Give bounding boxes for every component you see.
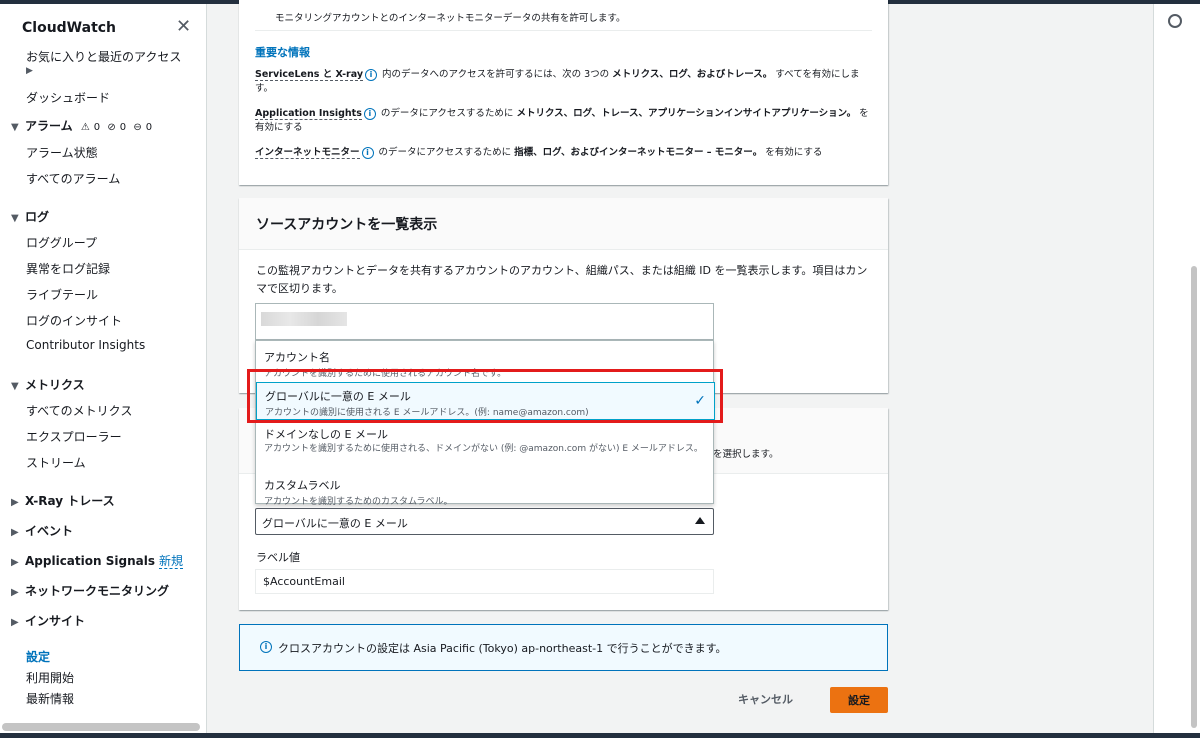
sidebar-item-all-alarms[interactable]: すべてのアラーム: [26, 170, 120, 187]
caret-right-icon: ▶: [11, 497, 19, 508]
dropdown-option-email-no-domain[interactable]: ドメインなしの E メール アカウントを識別するために使用される、ドメインがない…: [256, 426, 715, 455]
caret-right-icon[interactable]: ▶: [26, 66, 33, 76]
sidebar-section-insights[interactable]: ▶ インサイト: [11, 612, 85, 629]
region-info-text: クロスアカウントの設定は Asia Pacific (Tokyo) ap-nor…: [278, 642, 727, 655]
info-line-application-insights: Application Insights i のデータにアクセスするために メトリ…: [255, 107, 869, 133]
sidebar-title: CloudWatch: [22, 20, 117, 36]
info-line-internet-monitor: インターネットモニター i のデータにアクセスするために 指標、ログ、およびインタ…: [255, 146, 823, 159]
caret-right-icon: ▶: [11, 617, 19, 628]
sidebar-item-getting-started[interactable]: 利用開始: [26, 669, 74, 686]
label-value-label: ラベル値: [256, 551, 300, 564]
source-accounts-title: ソースアカウントを一覧表示: [256, 217, 438, 233]
sidebar-section-alarms[interactable]: ▼ アラーム ⚠ 0 ⊘ 0 ⊖ 0: [11, 117, 156, 134]
sidebar-item-all-metrics[interactable]: すべてのメトリクス: [26, 402, 132, 419]
important-info-card: モニタリングアカウントとのインターネットモニターデータの共有を許可します。 重要…: [239, 0, 888, 185]
sidebar-section-network[interactable]: ▶ ネットワークモニタリング: [11, 582, 169, 599]
page-scrollbar[interactable]: [1191, 266, 1197, 728]
account-label-hint: を選択します。: [713, 449, 779, 460]
info-icon[interactable]: i: [365, 68, 378, 81]
sidebar-section-app-signals[interactable]: ▶ Application Signals 新規: [11, 552, 183, 569]
sidebar-item-log-groups[interactable]: ロググループ: [26, 234, 97, 251]
redacted-account-id: [261, 312, 347, 326]
sidebar-section-events[interactable]: ▶ イベント: [11, 522, 73, 539]
caret-down-icon: ▼: [11, 213, 19, 224]
caret-down-icon: ▼: [11, 122, 19, 133]
info-icon[interactable]: i: [363, 107, 376, 120]
ok-icon: ⊘: [107, 122, 116, 133]
submit-button[interactable]: 設定: [830, 687, 888, 713]
account-label-select[interactable]: グローバルに一意の E メール: [255, 508, 714, 535]
caret-right-icon: ▶: [11, 557, 19, 568]
caret-down-icon: ▼: [11, 381, 19, 392]
important-info-heading: 重要な情報: [255, 46, 310, 59]
sidebar-item-dashboard[interactable]: ダッシュボード: [26, 89, 110, 106]
sidebar-item-explorer[interactable]: エクスプローラー: [26, 428, 122, 445]
sidebar-item-alarm-state[interactable]: アラーム状態: [26, 144, 98, 161]
divider: [255, 30, 872, 31]
bottom-strip: [0, 733, 1200, 738]
sidebar-section-metrics[interactable]: ▼ メトリクス: [11, 376, 85, 393]
dropdown-option-custom-label[interactable]: カスタムラベル アカウントを識別するためのカスタムラベル。: [256, 477, 715, 507]
sidebar-item-contributor-insights[interactable]: Contributor Insights: [26, 338, 145, 352]
sidebar-section-xray[interactable]: ▶ X-Ray トレース: [11, 492, 115, 509]
annotation-highlight-box: [247, 369, 723, 423]
sidebar-item-settings[interactable]: 設定: [26, 648, 50, 665]
sidebar-item-live-tail[interactable]: ライブテール: [26, 286, 98, 303]
label-value-input[interactable]: $AccountEmail: [255, 569, 714, 594]
sidebar-scrollbar[interactable]: [2, 723, 200, 731]
caret-right-icon: ▶: [11, 587, 19, 598]
settings-panel-icon[interactable]: [1168, 14, 1182, 28]
new-badge[interactable]: 新規: [158, 554, 183, 569]
right-rail: [1153, 4, 1200, 733]
caret-right-icon: ▶: [11, 527, 19, 538]
card-header: ソースアカウントを一覧表示: [239, 198, 888, 250]
internet-monitor-share-text: モニタリングアカウントとのインターネットモニターデータの共有を許可します。: [275, 13, 626, 24]
sidebar-item-log-anomaly[interactable]: 異常をログ記録: [26, 260, 110, 277]
source-accounts-description: この監視アカウントとデータを共有するアカウントのアカウント、組織パス、または組織…: [256, 264, 868, 295]
sidebar: CloudWatch ✕ お気に入りと最近のアクセス ▶ ダッシュボード ▼ アラ…: [0, 4, 207, 733]
sidebar-item-whats-new[interactable]: 最新情報: [26, 690, 74, 707]
caret-up-icon: [695, 517, 705, 524]
alarm-counts: ⚠ 0 ⊘ 0 ⊖ 0: [80, 122, 153, 133]
sidebar-section-logs[interactable]: ▼ ログ: [11, 208, 49, 225]
info-line-servicelens: ServiceLens と X-ray i 内のデータへのアクセスを許可するには、…: [255, 68, 860, 94]
sidebar-item-log-insights[interactable]: ログのインサイト: [26, 312, 122, 329]
insufficient-icon: ⊖: [133, 122, 142, 133]
warning-icon: ⚠: [80, 122, 90, 133]
info-icon: i: [260, 641, 272, 653]
close-icon[interactable]: ✕: [176, 18, 191, 36]
info-icon[interactable]: i: [361, 146, 374, 159]
cancel-button[interactable]: キャンセル: [738, 691, 793, 707]
sidebar-item-streams[interactable]: ストリーム: [26, 454, 86, 471]
region-info-alert: i クロスアカウントの設定は Asia Pacific (Tokyo) ap-n…: [239, 624, 888, 671]
source-accounts-input[interactable]: [255, 303, 714, 340]
sidebar-item-favorites[interactable]: お気に入りと最近のアクセス: [26, 48, 181, 65]
